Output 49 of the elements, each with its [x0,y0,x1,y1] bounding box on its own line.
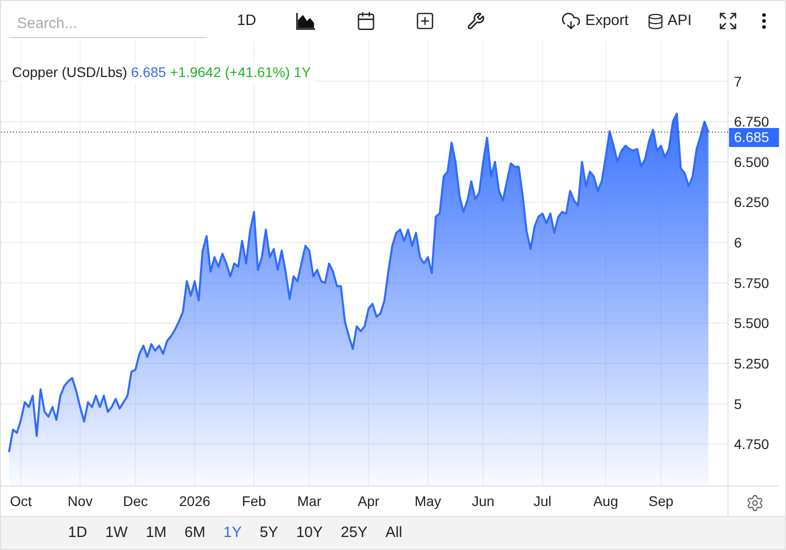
export-button[interactable]: Export [561,10,629,32]
search-field[interactable]: Search... [9,10,207,38]
y-axis-label: 6.500 [734,154,770,170]
more-icon [762,13,766,29]
x-axis-label: Mar [297,493,322,509]
x-axis-label: Jul [534,493,552,509]
y-axis-label: 5.250 [734,355,770,372]
y-axis-label: 5.500 [734,315,770,332]
legend-change: +1.9642 (+41.61%) 1Y [170,64,311,80]
x-axis-label: Nov [68,493,93,509]
range-tab[interactable]: All [376,517,412,549]
range-tab[interactable]: 25Y [332,517,376,549]
range-tab[interactable]: 1D [59,517,96,549]
x-axis-label: Jun [472,493,494,509]
y-axis-label: 6.750 [734,114,770,130]
api-button[interactable]: API [646,10,692,32]
y-axis-label: 5.750 [734,274,770,291]
area-chart-icon [296,12,316,30]
x-axis-label: Aug [593,493,618,509]
x-axis-label: Feb [242,493,266,509]
y-axis-label: 6 [734,234,742,251]
y-axis-label: 6.250 [734,194,770,210]
x-axis-label: Dec [123,493,148,509]
y-axis-label: 4.750 [734,436,770,452]
range-tab[interactable]: 6M [176,517,214,549]
wrench-icon [467,12,486,30]
x-axis-label: Apr [358,493,380,509]
x-axis-label: Oct [10,493,32,509]
cloud-download-icon [561,11,582,31]
legend-name: Copper (USD/Lbs) [12,64,128,80]
fullscreen-icon [718,11,738,31]
legend-price: 6.685 [131,64,166,80]
plus-square-icon [415,11,436,31]
range-tab[interactable]: 1W [96,517,137,549]
settings-button[interactable] [745,493,765,513]
calendar-icon [356,11,376,31]
x-axis-label: May [414,493,442,509]
y-axis-label: 5 [734,396,742,412]
price-tag: 6.685 [729,128,779,148]
range-tab[interactable]: 1Y [214,517,251,549]
range-tab[interactable]: 1M [136,517,176,549]
x-axis-label: 2026 [179,493,210,509]
range-tab[interactable]: 10Y [287,517,332,549]
interval-button[interactable]: 1D [233,10,260,32]
database-icon [646,12,664,30]
settings-icon [746,494,764,512]
y-axis-label: 7 [734,73,742,90]
x-axis-label: Sep [648,493,674,509]
range-tab[interactable]: 5Y [250,517,288,549]
